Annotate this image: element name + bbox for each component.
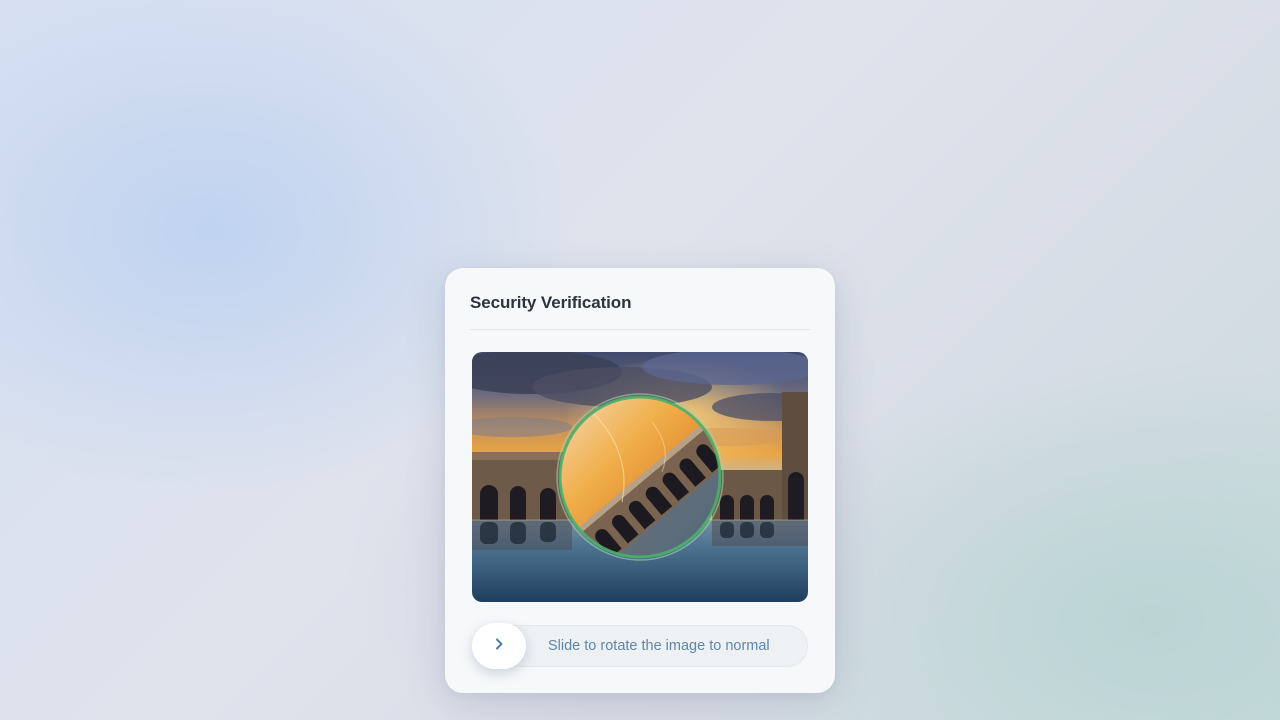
slider-handle[interactable] (472, 623, 526, 669)
rotate-slider-track[interactable]: Slide to rotate the image to normal (472, 623, 808, 669)
puzzle-image (472, 352, 808, 602)
divider (470, 329, 810, 330)
dialog-title: Security Verification (470, 293, 632, 312)
slider-instruction: Slide to rotate the image to normal (548, 638, 770, 654)
verification-card: Security Verification Slide to rotate th… (445, 268, 835, 693)
chevron-right-icon (492, 637, 506, 656)
